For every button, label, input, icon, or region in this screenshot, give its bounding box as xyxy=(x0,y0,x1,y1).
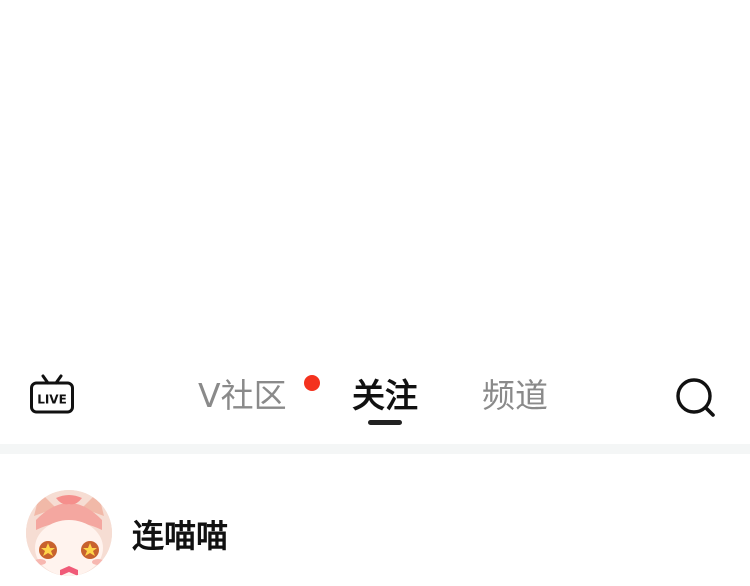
search-icon xyxy=(676,378,715,417)
section-divider xyxy=(0,444,750,454)
cat-avatar-image xyxy=(26,490,112,576)
tab-channel[interactable]: 频道 xyxy=(482,374,548,418)
notification-dot xyxy=(304,375,320,391)
tab-label: 关注 xyxy=(352,376,418,415)
tab-follow[interactable]: 关注 xyxy=(352,374,418,418)
avatar[interactable] xyxy=(26,490,112,576)
search-button[interactable] xyxy=(674,376,718,420)
tab-label: 频道 xyxy=(482,376,548,415)
top-navigation-bar: LIVE V社区 关注 频道 xyxy=(0,356,750,444)
tab-bar: V社区 关注 频道 xyxy=(0,356,750,444)
feed-item[interactable]: 连喵喵 xyxy=(0,454,750,586)
page: LIVE V社区 关注 频道 连喵喵 xyxy=(0,0,750,586)
tab-label: V社区 xyxy=(198,376,287,415)
username[interactable]: 连喵喵 xyxy=(132,516,228,556)
tab-v-community[interactable]: V社区 xyxy=(198,374,287,418)
active-tab-indicator xyxy=(368,420,402,425)
